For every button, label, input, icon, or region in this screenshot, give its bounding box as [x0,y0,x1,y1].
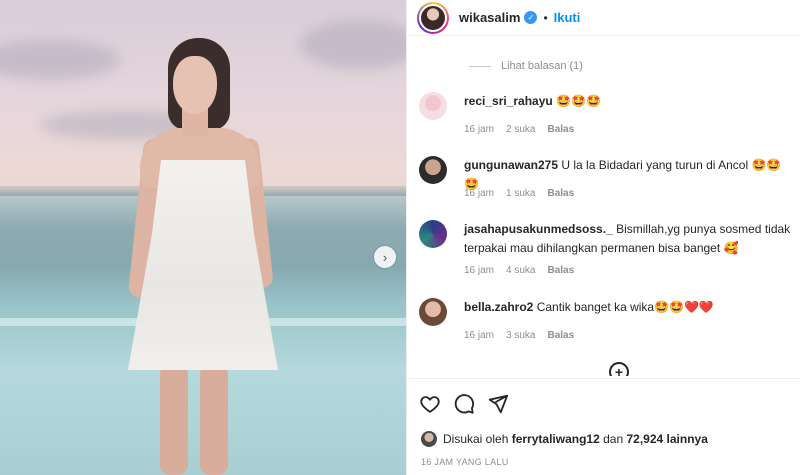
comment-username[interactable]: bella.zahro2 [464,300,533,314]
likes-count[interactable]: 72,924 [626,432,663,446]
comment-likes[interactable]: 3 suka [506,330,535,341]
avatar[interactable] [419,92,447,120]
comment-text: Cantik banget ka wika🤩🤩❤️❤️ [536,300,714,314]
chevron-right-icon[interactable]: › [374,246,396,268]
comment-likes[interactable]: 4 suka [506,265,535,276]
comment-time[interactable]: 16 jam [464,265,494,276]
view-replies-button[interactable]: Lihat balasan (1) [469,60,583,72]
cloud [300,20,406,70]
likes-suffix[interactable]: lainnya [667,432,708,446]
avatar[interactable] [419,220,447,248]
comment-likes[interactable]: 2 suka [506,124,535,135]
comment-username[interactable]: gungunawan275 [464,158,558,172]
comment-meta: 16 jam 4 suka Balas [464,265,574,276]
comment-time[interactable]: 16 jam [464,188,494,199]
liker-username[interactable]: ferrytaliwang12 [512,432,600,446]
comment-username[interactable]: reci_sri_rahayu [464,94,553,108]
view-replies-label: Lihat balasan (1) [501,60,583,72]
verified-badge-icon: ✓ [524,11,538,24]
comment-text: 🤩🤩🤩 [556,94,601,108]
post-sidebar: wikasalim ✓ • Ikuti Lihat balasan (1) re… [406,0,800,475]
comments-list: Lihat balasan (1) reci_sri_rahayu 🤩🤩🤩 16… [407,36,800,376]
avatar[interactable] [419,298,447,326]
follow-button[interactable]: Ikuti [554,10,581,25]
comment-time[interactable]: 16 jam [464,124,494,135]
post-photo: › [0,0,406,475]
separator-dot: • [543,10,548,25]
likes-summary: Disukai oleh ferrytaliwang12 dan 72,924 … [421,431,708,447]
likes-prefix: Disukai oleh [443,432,509,446]
reply-button[interactable]: Balas [547,124,574,135]
comment-time[interactable]: 16 jam [464,330,494,341]
heart-icon[interactable] [419,393,441,415]
author-username[interactable]: wikasalim [459,10,520,25]
comment-meta: 16 jam 3 suka Balas [464,330,574,341]
comment-icon[interactable] [453,393,475,415]
paper-plane-icon[interactable] [487,393,509,415]
reply-button[interactable]: Balas [547,265,574,276]
plus-circle-icon[interactable]: + [609,362,629,376]
comment-username[interactable]: jasahapusakunmedsoss._ [464,222,613,236]
avatar[interactable] [421,431,437,447]
avatar[interactable] [417,1,449,34]
comment-meta: 16 jam 1 suka Balas [464,188,574,199]
cloud [0,40,120,80]
action-buttons [419,393,509,415]
post-actions: Disukai oleh ferrytaliwang12 dan 72,924 … [407,378,800,475]
reply-button[interactable]: Balas [547,188,574,199]
likes-connector: dan [603,432,624,446]
woman-figure [118,38,288,475]
comment-likes[interactable]: 1 suka [506,188,535,199]
comment-meta: 16 jam 2 suka Balas [464,124,574,135]
reply-button[interactable]: Balas [547,330,574,341]
post-timestamp[interactable]: 16 JAM YANG LALU [421,457,509,467]
avatar[interactable] [419,156,447,184]
post-header: wikasalim ✓ • Ikuti [407,0,800,36]
